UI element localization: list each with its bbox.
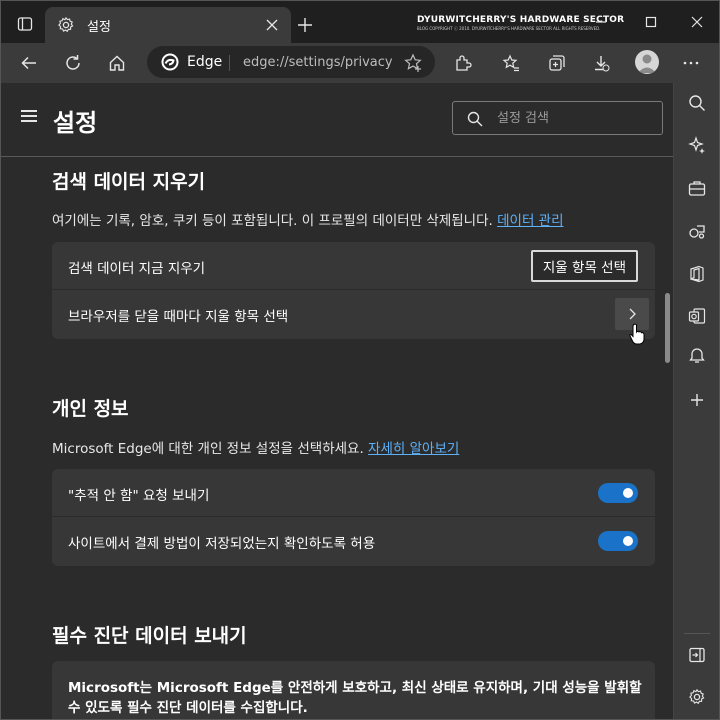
tab-actions-icon[interactable]	[13, 12, 37, 36]
settings-search[interactable]	[452, 101, 663, 135]
payment-check-row: 사이트에서 결제 방법이 저장되었는지 확인하도록 허용	[52, 517, 655, 565]
favorites-icon[interactable]	[499, 51, 523, 75]
privacy-title: 개인 정보	[52, 398, 129, 420]
sidebar-divider	[684, 633, 710, 634]
sidebar-search-icon[interactable]	[686, 92, 708, 114]
settings-header: 설정	[1, 83, 673, 157]
choose-what-to-clear-button[interactable]: 지울 항목 선택	[530, 250, 638, 282]
sidebar-office-icon[interactable]	[686, 263, 708, 285]
sidebar-tools-icon[interactable]	[686, 177, 708, 199]
clear-now-row: 검색 데이터 지금 지우기 지울 항목 선택	[52, 242, 655, 290]
minimize-button[interactable]	[589, 12, 613, 32]
sidebar-notifications-icon[interactable]	[686, 344, 708, 366]
watermark-title: DYURWITCHERRY'S HARDWARE SECTOR	[417, 15, 625, 25]
payment-check-toggle[interactable]	[598, 531, 638, 551]
sidebar-discover-icon[interactable]	[686, 134, 708, 156]
clear-data-description: 여기에는 기록, 암호, 쿠키 등이 포함됩니다. 이 프로필의 데이터만 삭제…	[52, 209, 564, 229]
diagnostics-card: Microsoft는 Microsoft Edge를 안전하게 보호하고, 최신…	[52, 661, 655, 719]
diagnostics-text: Microsoft는 Microsoft Edge를 안전하게 보호하고, 최신…	[68, 680, 642, 716]
privacy-card: "추적 안 함" 요청 보내기 사이트에서 결제 방법이 저장되었는지 확인하도…	[52, 469, 655, 566]
learn-more-link[interactable]: 자세히 알아보기	[368, 441, 459, 457]
sidebar-games-icon[interactable]	[686, 220, 708, 242]
privacy-description: Microsoft Edge에 대한 개인 정보 설정을 선택하세요. 자세히 …	[52, 437, 459, 457]
tab-title: 설정	[87, 20, 111, 35]
settings-content: 검색 데이터 지우기 여기에는 기록, 암호, 쿠키 등이 포함됩니다. 이 프…	[1, 158, 665, 719]
extensions-icon[interactable]	[451, 51, 475, 75]
back-button[interactable]	[17, 51, 41, 75]
page-title: 설정	[53, 109, 98, 137]
clear-data-card: 검색 데이터 지금 지우기 지울 항목 선택 브라우저를 닫을 때마다 지울 항…	[52, 242, 655, 339]
close-window-button[interactable]	[685, 12, 709, 32]
clear-data-description-text: 여기에는 기록, 암호, 쿠키 등이 포함됩니다. 이 프로필의 데이터만 삭제…	[52, 213, 493, 229]
do-not-track-row: "추적 안 함" 요청 보내기	[52, 469, 655, 517]
do-not-track-toggle[interactable]	[598, 483, 638, 503]
edge-logo-icon	[161, 53, 179, 71]
sidebar-settings-icon[interactable]	[686, 686, 708, 708]
gear-icon	[57, 16, 75, 34]
menu-icon[interactable]	[21, 110, 39, 124]
address-bar[interactable]: Edge edge://settings/privacy	[147, 46, 435, 78]
browser-window: 설정 DYURWITCHERRY'S HARDWARE SECTOR BLOG …	[0, 0, 720, 720]
more-menu-icon[interactable]	[679, 51, 703, 75]
search-icon	[467, 111, 483, 127]
refresh-button[interactable]	[61, 51, 85, 75]
manage-data-link[interactable]: 데이터 관리	[497, 213, 563, 229]
payment-check-label: 사이트에서 결제 방법이 저장되었는지 확인하도록 허용	[68, 536, 376, 552]
tab-settings[interactable]: 설정	[45, 7, 291, 43]
search-input[interactable]	[497, 108, 647, 128]
toolbar: Edge edge://settings/privacy	[1, 43, 719, 83]
profile-avatar[interactable]	[635, 50, 659, 74]
new-tab-button[interactable]	[293, 13, 317, 37]
address-url[interactable]: edge://settings/privacy	[243, 55, 393, 70]
sidebar-add-icon[interactable]	[686, 389, 708, 411]
address-separator	[229, 55, 230, 71]
clear-on-close-label: 브라우저를 닫을 때마다 지울 항목 선택	[68, 309, 289, 325]
scrollbar-thumb[interactable]	[665, 293, 670, 363]
clear-data-title: 검색 데이터 지우기	[52, 171, 206, 193]
sidebar-hide-icon[interactable]	[686, 644, 708, 666]
maximize-button[interactable]	[639, 12, 663, 32]
collections-icon[interactable]	[545, 51, 569, 75]
edge-sidebar	[673, 83, 719, 719]
address-brand: Edge	[187, 54, 223, 70]
hand-cursor-icon	[629, 323, 645, 345]
downloads-icon[interactable]	[589, 51, 613, 75]
sidebar-outlook-icon[interactable]	[686, 305, 708, 327]
close-tab-icon[interactable]	[263, 16, 281, 34]
diagnostics-title: 필수 진단 데이터 보내기	[52, 625, 247, 647]
title-bar: 설정 DYURWITCHERRY'S HARDWARE SECTOR BLOG …	[1, 1, 719, 43]
clear-on-close-row[interactable]: 브라우저를 닫을 때마다 지울 항목 선택	[52, 290, 655, 338]
privacy-description-text: Microsoft Edge에 대한 개인 정보 설정을 선택하세요.	[52, 441, 364, 457]
do-not-track-label: "추적 안 함" 요청 보내기	[68, 488, 210, 504]
clear-now-label: 검색 데이터 지금 지우기	[68, 261, 206, 277]
home-button[interactable]	[105, 51, 129, 75]
watermark-subtitle: BLOG COPYRIGHT ⓒ 2010. DYURWITCHERRY'S H…	[417, 26, 601, 31]
add-favorite-icon[interactable]	[403, 53, 423, 73]
watermark: DYURWITCHERRY'S HARDWARE SECTOR BLOG COP…	[417, 15, 625, 32]
